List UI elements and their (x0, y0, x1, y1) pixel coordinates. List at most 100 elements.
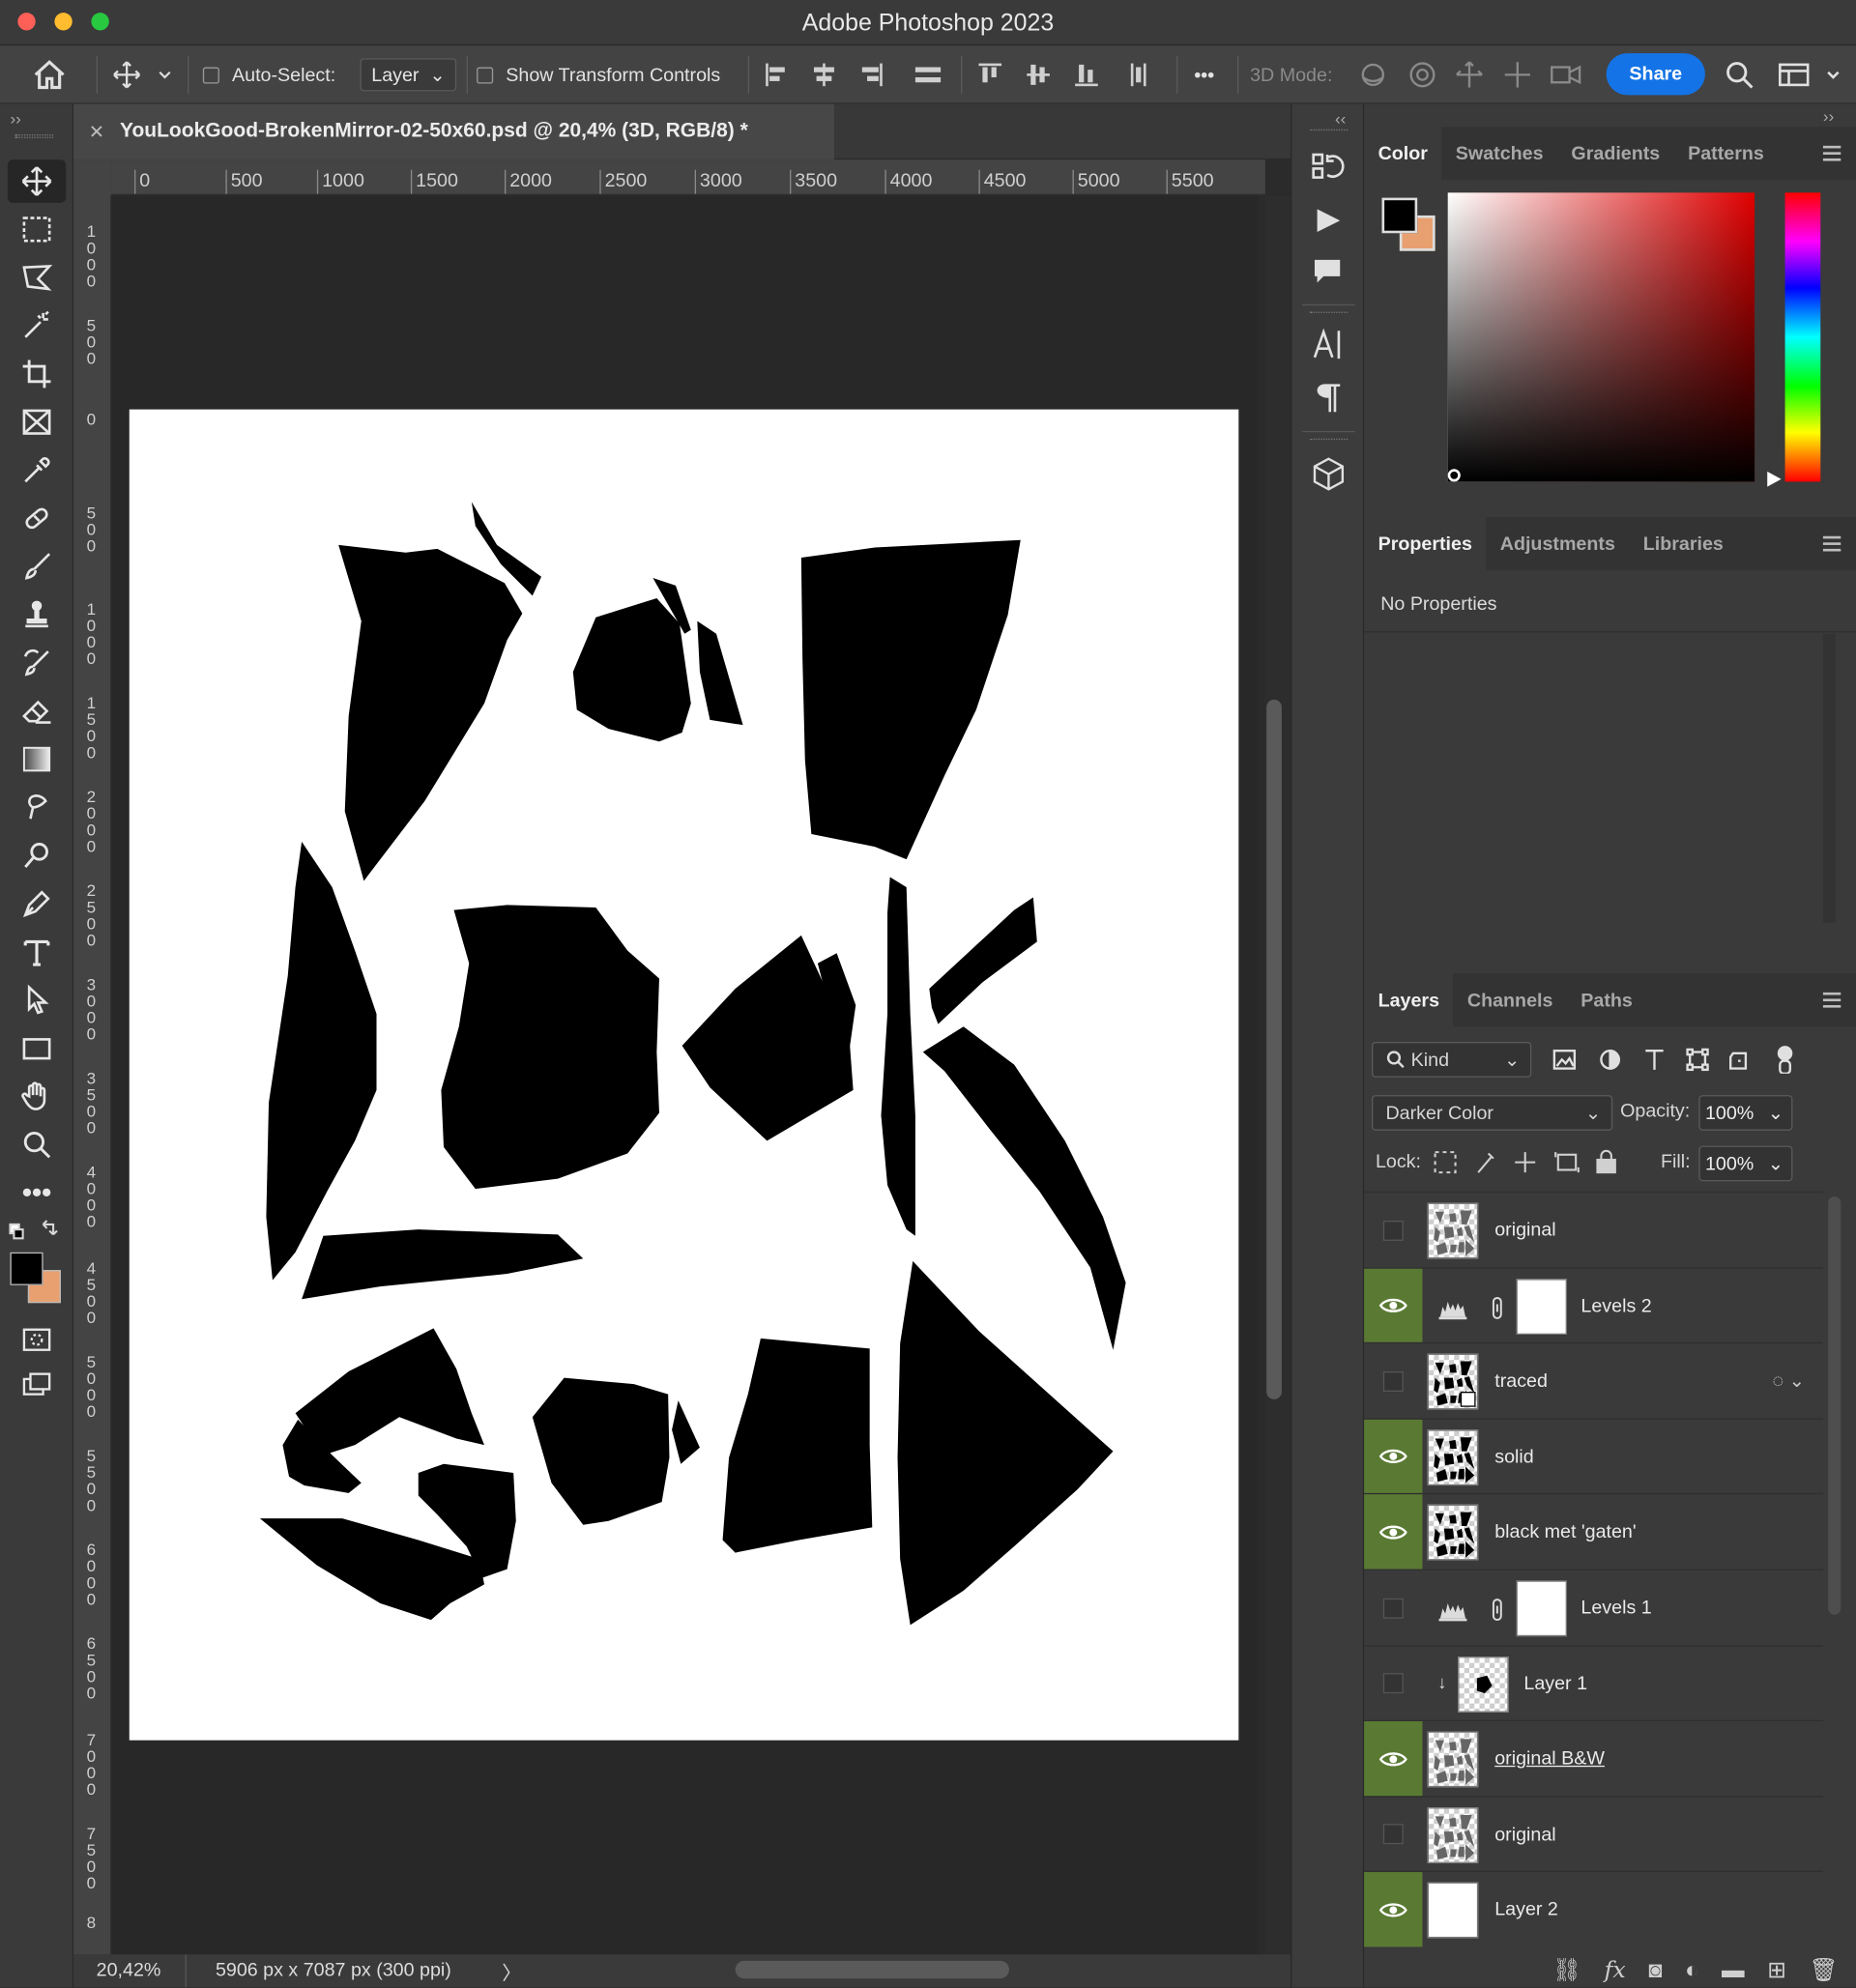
zoom-tool[interactable] (8, 1123, 66, 1167)
eyedropper-tool[interactable] (8, 448, 66, 492)
visibility-eye-icon[interactable] (1364, 1721, 1423, 1797)
visibility-toggle[interactable] (1364, 1193, 1422, 1267)
blend-mode-dropdown[interactable]: Darker Color ⌄ (1372, 1095, 1613, 1131)
3d-cube-icon[interactable] (1312, 456, 1345, 498)
color-picker-cursor[interactable] (1447, 469, 1461, 482)
layer-name[interactable]: Layer 1 (1523, 1646, 1587, 1720)
layer-thumbnail[interactable] (1427, 1429, 1479, 1485)
fill-field[interactable]: 100% ⌄ (1698, 1145, 1793, 1182)
layer-row[interactable]: Levels 1 (1364, 1569, 1823, 1645)
crop-tool[interactable] (8, 353, 66, 396)
magic-wand-tool[interactable] (8, 304, 66, 348)
tab-swatches[interactable]: Swatches (1441, 127, 1557, 180)
tab-paths[interactable]: Paths (1567, 973, 1646, 1026)
visibility-toggle[interactable] (1364, 1343, 1422, 1418)
layer-row[interactable]: original B&W (1364, 1719, 1823, 1797)
adjustment-layer-icon[interactable]: ◐ (1685, 1956, 1698, 1983)
new-group-icon[interactable]: ▬ (1722, 1956, 1745, 1983)
layer-row[interactable]: solid (1364, 1418, 1823, 1494)
horizontal-ruler[interactable]: 0 500 1000 1500 2000 2500 3000 3500 4000 4500 5000… (111, 159, 1265, 195)
zoom-level[interactable]: 20,42% (97, 1960, 161, 1981)
history-icon[interactable] (1310, 150, 1346, 191)
eraser-tool[interactable] (8, 689, 66, 733)
tab-patterns[interactable]: Patterns (1674, 127, 1779, 180)
layer-row[interactable]: traced ◌ ⌄ (1364, 1342, 1823, 1418)
tab-gradients[interactable]: Gradients (1557, 127, 1674, 180)
hue-slider[interactable] (1784, 192, 1821, 482)
layer-name[interactable]: original (1494, 1193, 1555, 1267)
home-icon[interactable] (33, 45, 66, 103)
more-options-button[interactable]: ••• (1194, 45, 1214, 103)
properties-scrollbar[interactable] (1822, 633, 1837, 923)
layer-filter-kind[interactable]: Kind ⌄ (1372, 1042, 1532, 1078)
layer-name[interactable]: Layer 2 (1494, 1873, 1558, 1947)
pen-tool[interactable] (8, 882, 66, 926)
visibility-eye-icon[interactable] (1364, 1494, 1423, 1570)
layer-row[interactable]: black met 'gaten' (1364, 1493, 1823, 1570)
dodge-tool[interactable] (8, 834, 66, 878)
layer-thumbnail[interactable] (1427, 1353, 1479, 1410)
layer-mask-thumbnail[interactable] (1516, 1278, 1567, 1335)
visibility-toggle[interactable] (1364, 1570, 1422, 1645)
tab-channels[interactable]: Channels (1453, 973, 1566, 1026)
layer-row[interactable]: original (1364, 1796, 1823, 1871)
rectangle-tool[interactable] (8, 1026, 66, 1070)
collapse-dock-icon[interactable]: ‹‹ (1335, 109, 1346, 129)
layer-thumbnail[interactable] (1427, 1806, 1479, 1863)
layer-name[interactable]: original B&W (1494, 1721, 1605, 1796)
visibility-eye-icon[interactable] (1364, 1419, 1423, 1494)
show-transform-checkbox[interactable]: Show Transform Controls (477, 45, 720, 103)
lasso-tool[interactable] (8, 256, 66, 300)
comments-icon[interactable] (1312, 256, 1342, 293)
marquee-tool[interactable] (8, 208, 66, 251)
layers-panel-menu-icon[interactable] (1822, 992, 1842, 1008)
link-layers-icon[interactable]: ⛓ (1552, 1956, 1581, 1983)
layer-row[interactable]: ↓ Layer 1 (1364, 1644, 1823, 1720)
document-canvas[interactable] (129, 409, 1239, 1741)
layer-name[interactable]: original (1494, 1797, 1555, 1871)
workspace-switcher-icon[interactable] (1778, 45, 1846, 103)
color-panel-menu-icon[interactable] (1822, 145, 1842, 161)
properties-panel-menu-icon[interactable] (1822, 535, 1842, 552)
screen-mode-icon[interactable] (8, 1364, 66, 1407)
history-brush-tool[interactable] (8, 642, 66, 685)
frame-tool[interactable] (8, 400, 66, 444)
layer-mask-thumbnail[interactable] (1516, 1580, 1567, 1637)
layer-name[interactable]: traced (1494, 1343, 1548, 1418)
vertical-scroll-thumb[interactable] (1266, 699, 1282, 1399)
color-foreground-swatch[interactable] (1381, 197, 1418, 234)
tab-color[interactable]: Color (1364, 127, 1442, 181)
new-layer-icon[interactable]: ⊞ (1767, 1956, 1786, 1983)
distribute-buttons[interactable] (976, 45, 1167, 103)
tab-libraries[interactable]: Libraries (1629, 517, 1737, 570)
close-document-icon[interactable]: ✕ (89, 121, 104, 143)
ruler-origin[interactable] (73, 159, 112, 195)
layer-name[interactable]: black met 'gaten' (1494, 1495, 1636, 1570)
foreground-color-swatch[interactable] (10, 1252, 44, 1285)
vertical-ruler[interactable]: 1 0 0 0 5 0 0 0 5 0 0 1 0 0 0 1 5 0 0 2 0 0 0 2… (73, 194, 112, 1955)
visibility-eye-icon[interactable] (1364, 1268, 1423, 1343)
brush-tool[interactable] (8, 545, 66, 589)
horizontal-scroll-thumb[interactable] (735, 1960, 1009, 1979)
layer-thumbnail[interactable] (1427, 1731, 1479, 1788)
layer-thumbnail[interactable] (1458, 1656, 1509, 1713)
tab-adjustments[interactable]: Adjustments (1486, 517, 1629, 570)
layer-thumbnail[interactable] (1427, 1202, 1479, 1259)
document-tab[interactable]: ✕ YouLookGood-BrokenMirror-02-50x60.psd … (73, 103, 834, 160)
healing-brush-tool[interactable] (8, 497, 66, 540)
hue-slider-handle[interactable] (1767, 471, 1782, 487)
edit-toolbar-button[interactable]: ••• (8, 1171, 66, 1215)
smart-filter-toggle-icon[interactable]: ◌ ⌄ (1772, 1369, 1805, 1392)
layer-name[interactable]: Levels 1 (1580, 1570, 1651, 1645)
auto-select-dropdown[interactable]: Layer ⌄ (360, 58, 457, 92)
status-menu-arrow[interactable]: 〉 (502, 1960, 521, 1987)
layer-row[interactable]: original (1364, 1191, 1823, 1267)
auto-select-checkbox[interactable]: Auto-Select: (202, 45, 335, 103)
search-icon[interactable] (1725, 45, 1754, 103)
character-icon[interactable] (1312, 327, 1345, 368)
clone-stamp-tool[interactable] (8, 593, 66, 637)
delete-layer-icon[interactable]: 🗑 (1810, 1956, 1839, 1983)
path-selection-tool[interactable] (8, 978, 66, 1022)
layer-filter-icons[interactable] (1552, 1046, 1805, 1080)
paragraph-icon[interactable] (1315, 380, 1345, 421)
